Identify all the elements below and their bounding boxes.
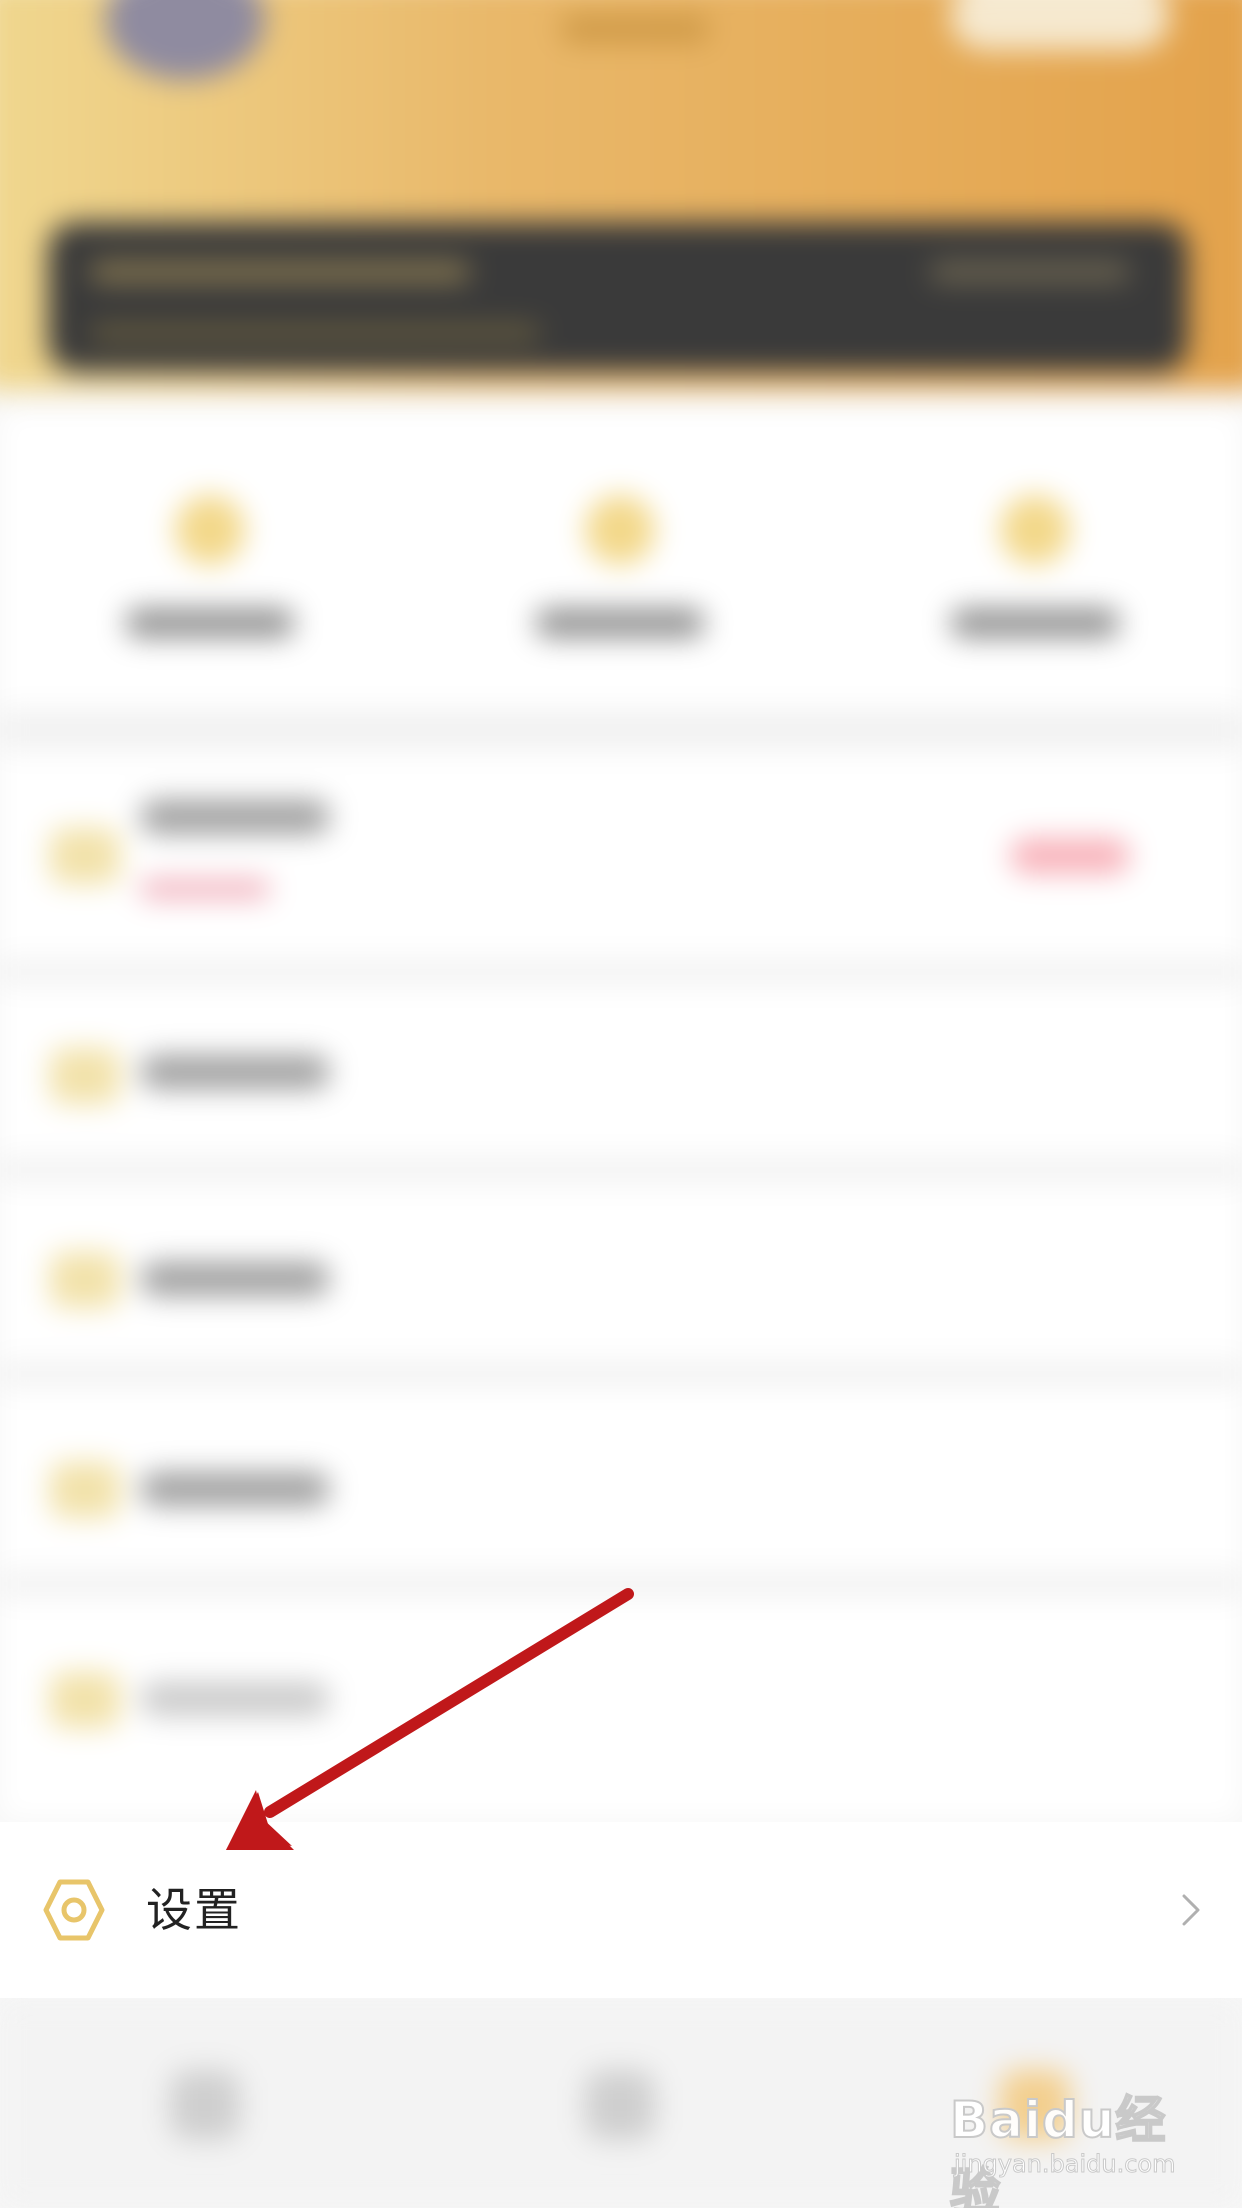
- watermark-brand: Baidu经验: [949, 2090, 1167, 2208]
- row-divider: [0, 960, 1242, 984]
- menu-item-icon: [50, 1252, 120, 1308]
- menu-item-icon: [50, 1048, 120, 1104]
- menu-item-subtext: [140, 880, 270, 898]
- membership-card: [48, 222, 1188, 372]
- menu-item-label: [140, 1682, 330, 1716]
- header-pill-button: [950, 0, 1170, 50]
- gear-icon: [43, 1879, 105, 1941]
- quick-action-label: [535, 608, 705, 638]
- membership-card-subtext: [90, 325, 540, 341]
- quick-action-label: [125, 608, 295, 638]
- row-divider: [0, 1572, 1242, 1596]
- section-divider: [0, 710, 1242, 750]
- membership-card-text: [90, 262, 470, 282]
- watermark-url: jingyan.baidu.com: [953, 2150, 1176, 2179]
- quick-action-label: [950, 608, 1120, 638]
- app-screen: 设置 Baidu经验 jingyan.baidu.com: [0, 0, 1242, 2208]
- membership-card-action: [930, 262, 1130, 282]
- tab-discover-icon: [585, 2070, 655, 2140]
- row-divider: [0, 1158, 1242, 1182]
- menu-item-label: [140, 800, 330, 834]
- menu-item-label: [140, 1472, 330, 1506]
- chevron-right-icon: [1182, 1894, 1200, 1926]
- quick-action-icon: [585, 495, 655, 565]
- quick-action-icon: [175, 495, 245, 565]
- menu-item-label: [140, 1262, 330, 1296]
- settings-menu-item[interactable]: 设置: [0, 1822, 1242, 1998]
- baidu-jingyan-watermark: Baidu经验 jingyan.baidu.com: [949, 2070, 1210, 2208]
- menu-item-icon: [50, 828, 120, 884]
- menu-item-label: [140, 1055, 330, 1089]
- menu-item-badge: [1010, 838, 1130, 874]
- settings-label: 设置: [146, 1883, 242, 1937]
- header-text-blurred: [560, 15, 710, 43]
- menu-item-icon: [50, 1672, 120, 1728]
- row-divider: [0, 1362, 1242, 1386]
- quick-action-icon: [1000, 495, 1070, 565]
- menu-item-icon: [50, 1462, 120, 1518]
- tab-home-icon: [170, 2070, 240, 2140]
